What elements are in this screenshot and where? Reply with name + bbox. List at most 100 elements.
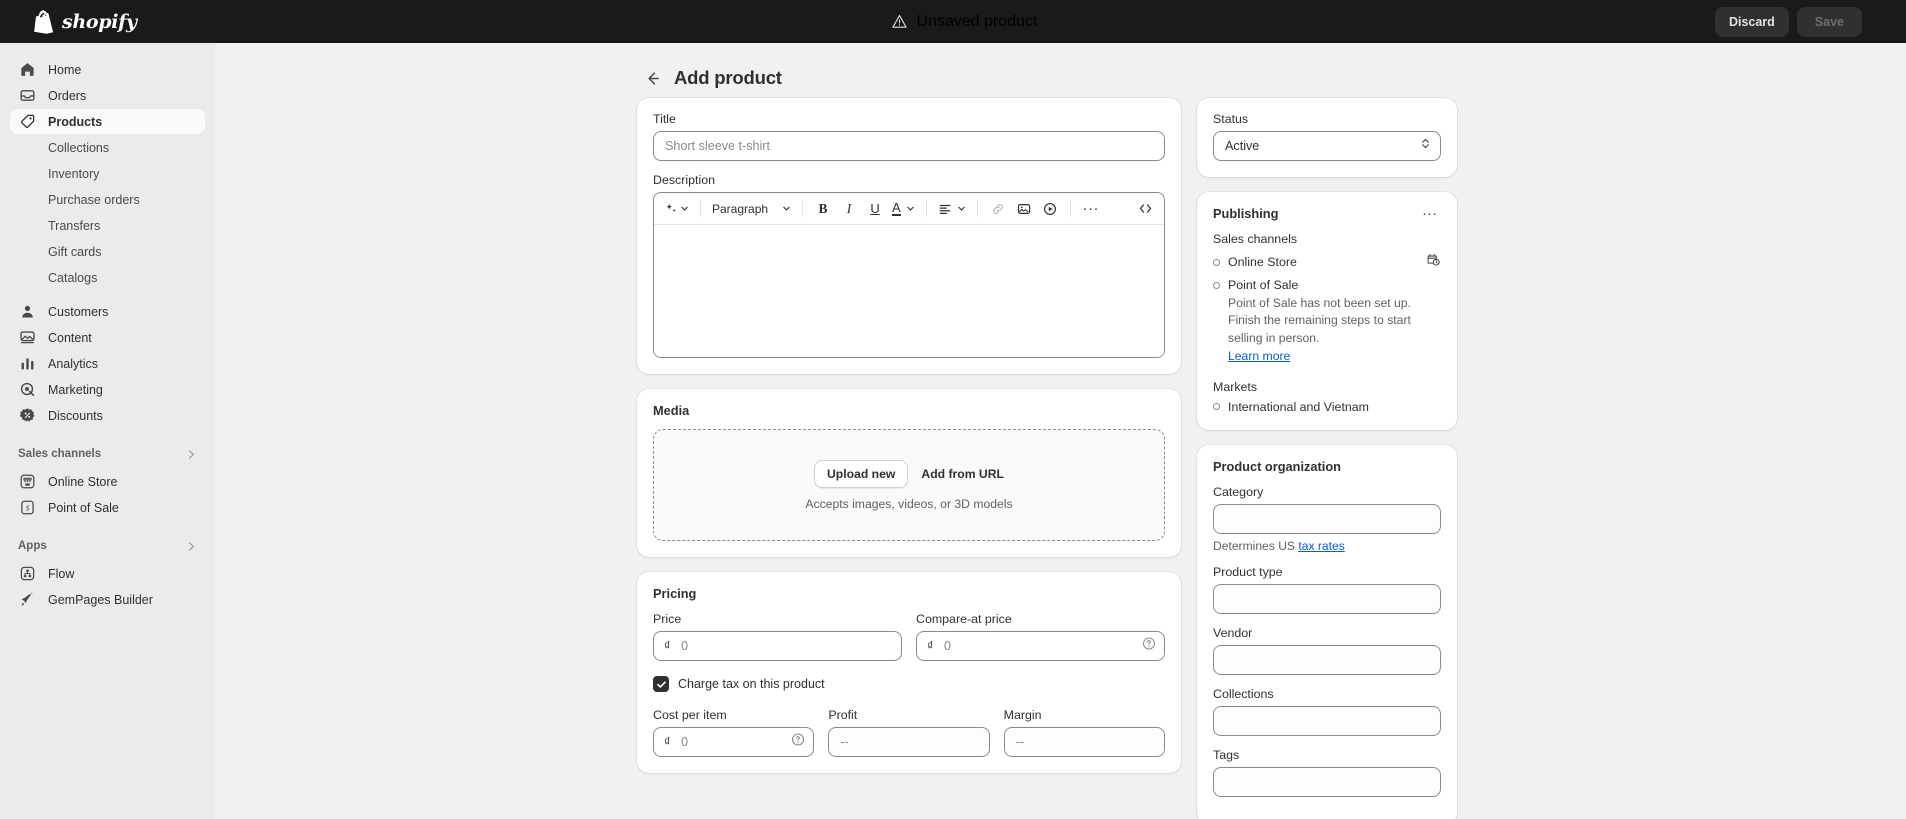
product-type-label: Product type	[1213, 564, 1283, 579]
sidebar-item-content[interactable]: Content	[10, 325, 205, 350]
sidebar-item-flow[interactable]: Flow	[10, 561, 205, 586]
publishing-more-button[interactable]: ···	[1418, 206, 1441, 221]
description-textarea[interactable]	[654, 225, 1164, 357]
discounts-badge-icon	[18, 406, 37, 425]
schedule-publish-button[interactable]	[1426, 252, 1441, 272]
back-button[interactable]	[641, 67, 663, 89]
sidebar-subitem-label: Gift cards	[48, 244, 102, 259]
sidebar-item-transfers[interactable]: Transfers	[10, 213, 205, 238]
compare-at-price-input[interactable]	[916, 631, 1165, 661]
charge-tax-row[interactable]: Charge tax on this product	[653, 676, 1165, 692]
analytics-bars-icon	[18, 354, 37, 373]
chevron-down-icon	[957, 206, 965, 211]
publishing-card: Publishing ··· Sales channels Online Sto…	[1197, 192, 1457, 430]
home-icon	[18, 60, 37, 79]
align-button[interactable]	[935, 197, 969, 221]
bold-button[interactable]: B	[811, 197, 835, 221]
channel-left: Point of Sale	[1213, 278, 1298, 292]
sidebar-group-sales-channels[interactable]: Sales channels	[10, 442, 205, 466]
sidebar-item-gift-cards[interactable]: Gift cards	[10, 239, 205, 264]
arrow-left-icon	[647, 71, 659, 85]
upload-new-button[interactable]: Upload new	[814, 459, 909, 488]
orders-icon	[18, 86, 37, 105]
sidebar-item-label: Orders	[48, 88, 87, 103]
status-select[interactable]	[1213, 131, 1441, 161]
save-button[interactable]: Save	[1796, 6, 1862, 37]
brand-wordmark: shopify	[62, 10, 137, 33]
sidebar-item-gempages-builder[interactable]: GemPages Builder	[10, 587, 205, 612]
add-from-url-button[interactable]: Add from URL	[921, 467, 1004, 481]
sidebar-item-collections[interactable]: Collections	[10, 135, 205, 160]
channel-left: Online Store	[1213, 255, 1297, 269]
page-title: Add product	[674, 67, 782, 88]
tax-hint-prefix: Determines US	[1213, 538, 1299, 553]
compare-at-help-button[interactable]	[1142, 637, 1156, 656]
underline-button[interactable]: U	[863, 197, 887, 221]
italic-label: I	[846, 200, 852, 216]
collections-input[interactable]	[1213, 705, 1441, 736]
chevron-down-icon	[681, 206, 688, 211]
product-type-input[interactable]	[1213, 583, 1441, 614]
code-view-button[interactable]	[1133, 197, 1157, 221]
chevron-down-icon	[783, 206, 790, 211]
chevron-right-icon	[188, 541, 195, 551]
price-input[interactable]	[653, 631, 902, 661]
sidebar-item-orders[interactable]: Orders	[10, 83, 205, 108]
sidebar-item-marketing[interactable]: Marketing	[10, 377, 205, 402]
circle-outline-icon	[1213, 281, 1220, 289]
sidebar-item-online-store[interactable]: Online Store	[10, 469, 205, 494]
shopify-bag-icon	[34, 9, 54, 34]
sidebar-item-inventory[interactable]: Inventory	[10, 161, 205, 186]
more-options-button[interactable]: ···	[1079, 197, 1103, 221]
sidebar-item-analytics[interactable]: Analytics	[10, 351, 205, 376]
channel-name: Point of Sale	[1228, 278, 1299, 292]
description-label: Description	[653, 173, 715, 187]
tags-input[interactable]	[1213, 766, 1441, 797]
compare-at-field-group: Compare-at price ₫	[916, 612, 1165, 661]
ai-sparkle-button[interactable]	[661, 197, 692, 221]
insert-link-button[interactable]	[986, 197, 1010, 221]
discard-button[interactable]: Discard	[1714, 6, 1789, 37]
charge-tax-label: Charge tax on this product	[678, 677, 825, 691]
market-row[interactable]: International and Vietnam	[1213, 400, 1441, 414]
sidebar-group-apps[interactable]: Apps	[10, 534, 205, 558]
shopify-brand[interactable]: shopify	[0, 0, 215, 43]
channel-row-online-store[interactable]: Online Store	[1213, 252, 1441, 272]
profit-input[interactable]	[828, 727, 990, 757]
sidebar-item-products[interactable]: Products	[10, 109, 205, 134]
cost-per-item-help-button[interactable]	[791, 733, 805, 752]
product-type-field-group: Product type	[1213, 565, 1441, 614]
chevron-down-icon	[906, 206, 914, 211]
cost-per-item-input[interactable]	[653, 727, 815, 757]
sidebar-item-discounts[interactable]: Discounts	[10, 403, 205, 428]
compare-at-input-wrapper: ₫	[916, 631, 1165, 661]
pos-learn-more-link[interactable]: Learn more	[1228, 349, 1290, 363]
margin-input[interactable]	[1003, 727, 1165, 757]
block-style-dropdown[interactable]: Paragraph	[709, 197, 794, 221]
sidebar-item-catalogs[interactable]: Catalogs	[10, 265, 205, 290]
sidebar-item-home[interactable]: Home	[10, 57, 205, 82]
title-input[interactable]	[653, 131, 1165, 161]
svg-text:$: $	[26, 504, 30, 513]
italic-button[interactable]: I	[837, 197, 861, 221]
insert-image-button[interactable]	[1012, 197, 1036, 221]
vendor-input[interactable]	[1213, 644, 1441, 675]
sidebar-item-label: Marketing	[48, 382, 103, 397]
text-color-button[interactable]: A	[889, 197, 918, 221]
sidebar-item-point-of-sale[interactable]: $ Point of Sale	[10, 495, 205, 520]
sales-channels-label: Sales channels	[1213, 232, 1298, 246]
compare-at-price-label: Compare-at price	[916, 612, 1012, 626]
insert-video-button[interactable]	[1038, 197, 1062, 221]
circle-outline-icon	[1213, 258, 1220, 266]
category-input[interactable]	[1213, 503, 1441, 534]
tax-rates-link[interactable]: tax rates	[1298, 539, 1344, 553]
markets-label: Markets	[1213, 379, 1258, 394]
channel-row-point-of-sale[interactable]: Point of Sale	[1213, 278, 1441, 292]
sidebar-item-customers[interactable]: Customers	[10, 299, 205, 324]
media-actions: Upload new Add from URL	[814, 459, 1004, 488]
media-dropzone[interactable]: Upload new Add from URL Accepts images, …	[653, 429, 1165, 541]
charge-tax-checkbox[interactable]	[653, 676, 669, 692]
publishing-header: Publishing ···	[1213, 206, 1441, 222]
sidebar-item-purchase-orders[interactable]: Purchase orders	[10, 187, 205, 212]
sidebar-subitem-label: Transfers	[48, 218, 101, 233]
